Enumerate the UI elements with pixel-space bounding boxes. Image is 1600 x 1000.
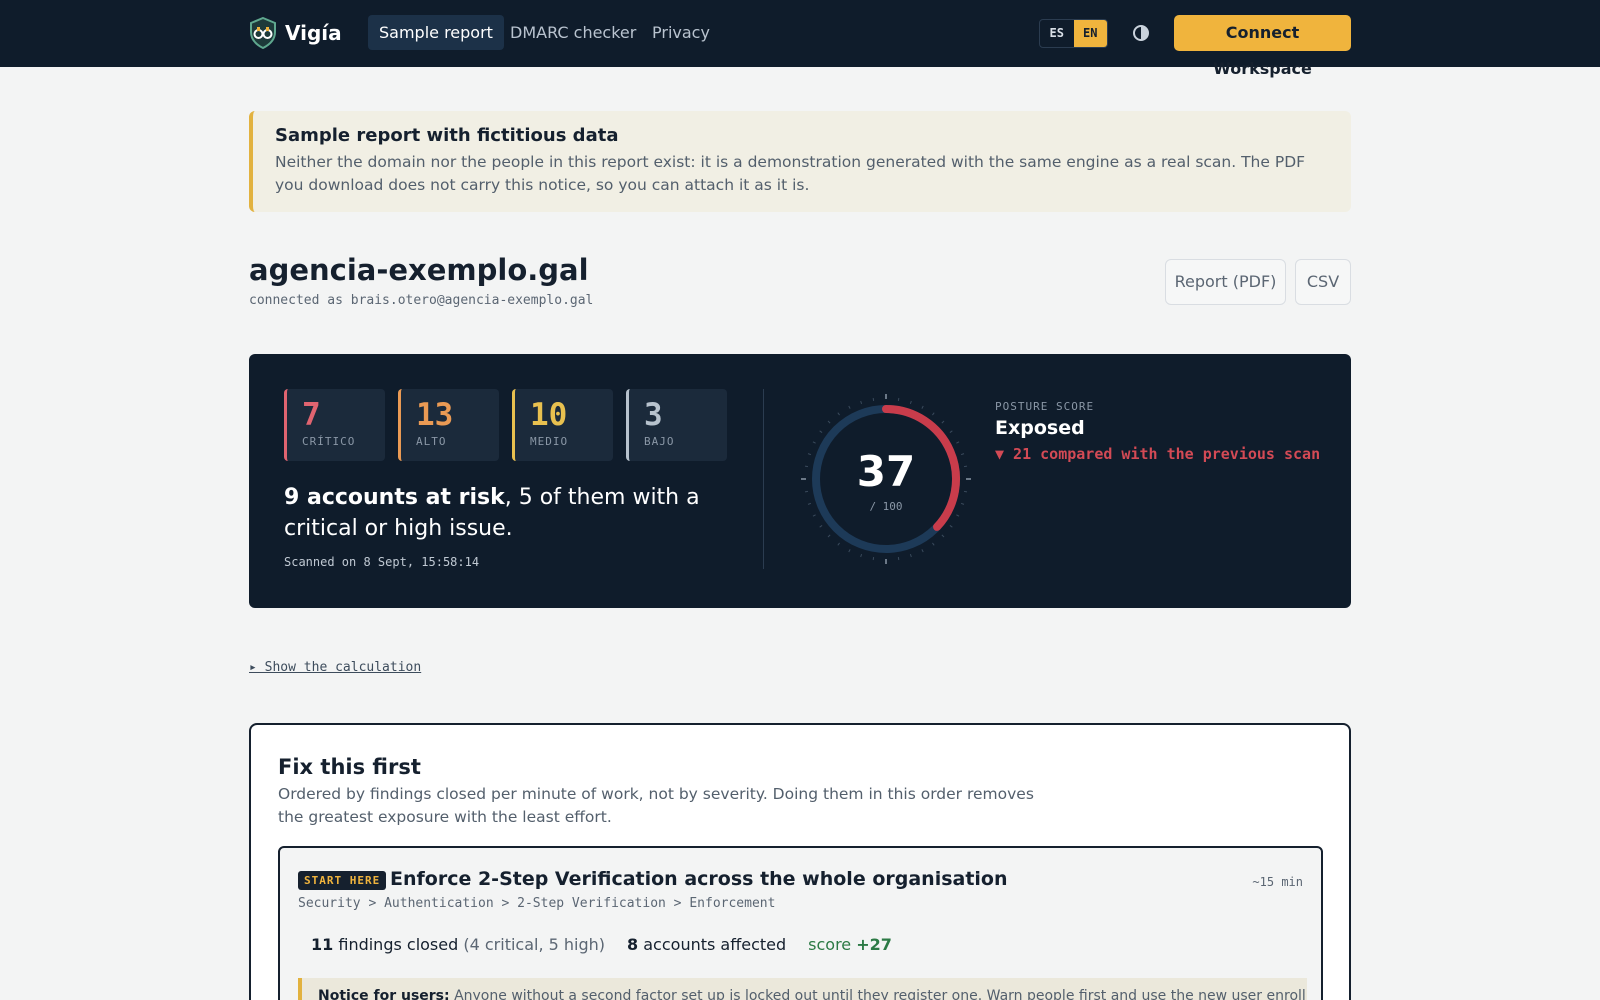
gauge-tick xyxy=(949,525,953,528)
severity-low-card: 3 BAJO xyxy=(626,389,727,461)
gauge-tick xyxy=(909,553,912,558)
severity-label: MEDIO xyxy=(530,435,569,448)
gauge-tick xyxy=(921,549,924,553)
gauge-tick xyxy=(860,400,863,405)
notice-title: Sample report with fictitious data xyxy=(275,125,619,146)
severity-critical-card: 7 CRÍTICO xyxy=(284,389,385,461)
gauge-tick xyxy=(960,453,965,456)
posture-delta: ▼ 21 compared with the previous scan xyxy=(995,445,1321,463)
priority-task-card[interactable]: START HERE Enforce 2-Step Verification a… xyxy=(278,846,1323,1000)
shield-binoculars-icon xyxy=(250,17,276,49)
gauge-tick xyxy=(807,453,812,456)
gauge-tick xyxy=(848,405,851,409)
top-navbar: Vigía Sample report DMARC checker Privac… xyxy=(0,0,1600,78)
severity-count: 7 xyxy=(302,397,321,433)
report-pdf-button[interactable]: Report (PDF) xyxy=(1165,259,1286,305)
connect-workspace-button[interactable]: Connect Workspace xyxy=(1174,15,1351,78)
accounts-at-risk-summary: 9 accounts at risk, 5 of them with a cri… xyxy=(284,482,704,544)
task-admin-path: Security > Authentication > 2-Step Verif… xyxy=(298,896,776,911)
lang-es-button[interactable]: ES xyxy=(1040,20,1074,47)
severity-count: 13 xyxy=(416,397,454,433)
connected-as: connected as brais.otero@agencia-exemplo… xyxy=(249,293,594,308)
sample-notice: Sample report with fictitious data Neith… xyxy=(249,111,1351,212)
severity-medium-card: 10 MEDIO xyxy=(512,389,613,461)
gauge-tick xyxy=(837,412,840,416)
gauge-tick xyxy=(812,514,816,517)
gauge-score-max: / 100 xyxy=(869,500,902,513)
gauge-tick xyxy=(827,534,831,538)
fix-section-title: Fix this first xyxy=(278,755,421,779)
gauge-tick xyxy=(932,412,935,416)
gauge-tick xyxy=(941,420,945,424)
show-calculation-toggle[interactable]: ▸ Show the calculation xyxy=(249,660,421,675)
gauge-score-value: 37 xyxy=(857,447,915,496)
scanned-timestamp: Scanned on 8 Sept, 15:58:14 xyxy=(284,555,480,569)
fix-this-first-panel: Fix this first Ordered by findings close… xyxy=(249,723,1351,1000)
gauge-tick xyxy=(819,525,823,528)
severity-count: 3 xyxy=(644,397,663,433)
posture-status: Exposed xyxy=(995,417,1085,439)
brand-name: Vigía xyxy=(285,21,342,45)
task-title: Enforce 2-Step Verification across the w… xyxy=(390,868,1008,890)
language-switcher: ES EN xyxy=(1039,19,1108,48)
severity-count: 10 xyxy=(530,397,568,433)
severity-label: ALTO xyxy=(416,435,447,448)
nav-privacy[interactable]: Privacy xyxy=(641,15,721,50)
lang-en-button[interactable]: EN xyxy=(1073,20,1107,47)
gauge-tick xyxy=(921,405,924,409)
accounts-at-risk-count: 9 accounts at risk xyxy=(284,485,505,510)
gauge-tick xyxy=(827,420,831,424)
csv-button[interactable]: CSV xyxy=(1295,259,1351,305)
brand-logo[interactable]: Vigía xyxy=(249,17,342,49)
gauge-tick xyxy=(812,441,816,444)
severity-label: BAJO xyxy=(644,435,675,448)
gauge-tick xyxy=(941,534,945,538)
gauge-tick xyxy=(848,549,851,553)
task-stats: 11 findings closed (4 critical, 5 high) … xyxy=(311,935,892,954)
summary-divider xyxy=(763,389,764,569)
theme-contrast-icon[interactable] xyxy=(1132,24,1150,42)
gauge-tick xyxy=(956,514,960,517)
score-gain-stat: score +27 xyxy=(808,935,892,954)
gauge-tick xyxy=(807,502,812,505)
summary-panel: 7 CRÍTICO 13 ALTO 10 MEDIO 3 BAJO 9 acco… xyxy=(249,354,1351,608)
nav-dmarc-checker[interactable]: DMARC checker xyxy=(499,15,647,50)
start-here-badge: START HERE xyxy=(298,871,387,890)
gauge-tick xyxy=(909,400,912,405)
nav-sample-report[interactable]: Sample report xyxy=(368,15,504,50)
gauge-tick xyxy=(960,502,965,505)
gauge-tick xyxy=(949,430,953,433)
posture-score-label: POSTURE SCORE xyxy=(995,400,1095,413)
accounts-affected-stat: 8 accounts affected xyxy=(627,935,787,954)
gauge-tick xyxy=(956,441,960,444)
domain-title: agencia-exemplo.gal xyxy=(249,253,589,287)
gauge-tick xyxy=(819,430,823,433)
severity-high-card: 13 ALTO xyxy=(398,389,499,461)
findings-closed-stat: 11 findings closed (4 critical, 5 high) xyxy=(311,935,606,954)
gauge-tick xyxy=(860,553,863,558)
fix-section-description: Ordered by findings closed per minute of… xyxy=(278,785,1034,826)
severity-label: CRÍTICO xyxy=(302,435,356,448)
task-time-estimate: ~15 min xyxy=(1252,875,1303,889)
gauge-tick xyxy=(932,542,935,546)
posture-score-gauge: 37 / 100 xyxy=(801,394,971,564)
notice-body: Neither the domain nor the people in thi… xyxy=(275,153,1306,194)
user-impact-notice: Notice for users: Anyone without a secon… xyxy=(298,978,1307,1000)
gauge-tick xyxy=(837,542,840,546)
